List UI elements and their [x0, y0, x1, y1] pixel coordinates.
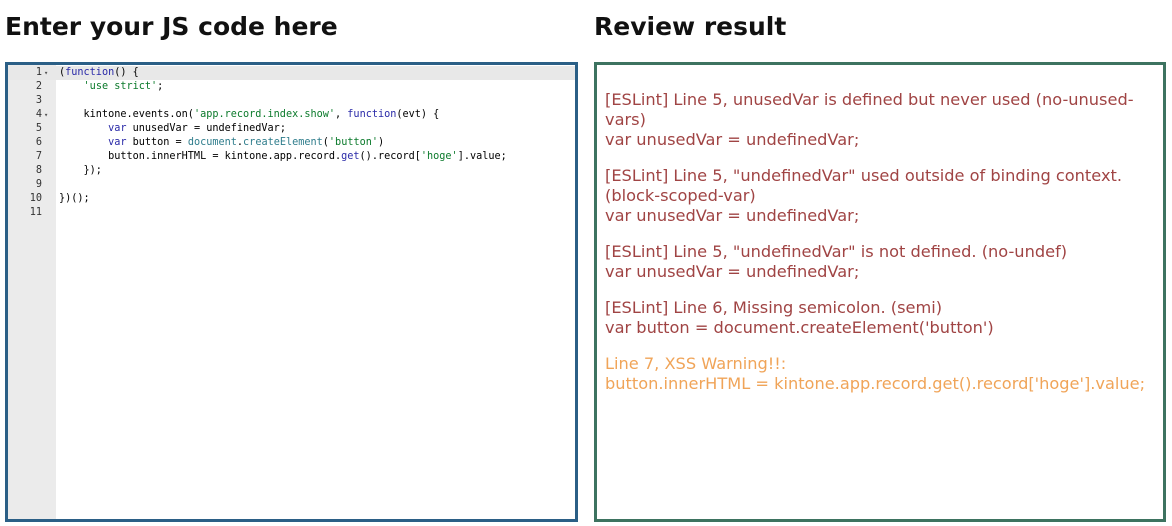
result-code-line: button.innerHTML = kintone.app.record.ge…: [605, 374, 1146, 393]
code-token: function: [347, 109, 397, 120]
line-number: 2: [35, 81, 42, 92]
fold-toggle-icon[interactable]: ▾: [44, 66, 54, 80]
code-token: });: [59, 165, 102, 176]
review-result-heading: Review result: [594, 12, 787, 41]
line-number: 1: [35, 67, 42, 78]
line-number: 6: [35, 137, 42, 148]
result-message: Line 7, XSS Warning!!:: [605, 354, 787, 373]
code-line[interactable]: 4 ▾ kintone.events.on('app.record.index.s…: [8, 108, 575, 122]
result-code-line: var unusedVar = undefinedVar;: [605, 130, 860, 149]
code-token: ().record[: [359, 151, 421, 162]
code-line[interactable]: 7 button.innerHTML = kintone.app.record.…: [8, 150, 575, 164]
code-token: function: [65, 67, 115, 78]
code-token: var: [108, 137, 127, 148]
code-lines[interactable]: 1 ▾ (function() {2 'use strict'; 3 4 ▾ kinton…: [8, 66, 575, 220]
result-message: [ESLint] Line 5, "undefinedVar" is not d…: [605, 242, 1068, 261]
code-token: ].value;: [457, 151, 507, 162]
line-number: 4: [35, 109, 42, 120]
code-token: 'hoge': [420, 151, 458, 162]
code-text[interactable]: })();: [59, 192, 90, 206]
line-number: 3: [35, 95, 42, 106]
code-line[interactable]: 3: [8, 94, 575, 108]
line-number: 7: [35, 151, 42, 162]
code-token: document: [187, 137, 237, 148]
review-result-panel: [ESLint] Line 5, unusedVar is defined bu…: [594, 62, 1166, 522]
code-line[interactable]: 2 'use strict';: [8, 80, 575, 94]
result-code-line: var unusedVar = undefinedVar;: [605, 262, 860, 281]
code-text[interactable]: kintone.events.on('app.record.index.show…: [59, 108, 440, 122]
code-text[interactable]: var unusedVar = undefinedVar;: [59, 122, 286, 136]
lint-error-item: [ESLint] Line 5, unusedVar is defined bu…: [605, 90, 1153, 150]
line-number: 8: [35, 165, 42, 176]
line-number: 9: [35, 179, 42, 190]
code-token: createElement: [243, 137, 323, 148]
code-line[interactable]: 8 });: [8, 164, 575, 178]
result-message: [ESLint] Line 5, "undefinedVar" used out…: [605, 166, 1123, 205]
code-token: () {: [114, 67, 139, 78]
code-text[interactable]: (function() {: [59, 66, 139, 80]
code-line[interactable]: 11: [8, 206, 575, 220]
lint-error-item: [ESLint] Line 5, "undefinedVar" used out…: [605, 166, 1153, 226]
result-message: [ESLint] Line 6, Missing semicolon. (sem…: [605, 298, 943, 317]
line-number: 5: [35, 123, 42, 134]
code-line[interactable]: 1 ▾ (function() {: [8, 66, 575, 80]
code-editor[interactable]: 1 ▾ (function() {2 'use strict'; 3 4 ▾ kinton…: [5, 62, 578, 522]
code-token: })();: [59, 193, 90, 204]
code-token: ): [378, 137, 385, 148]
code-token: 'button': [328, 137, 378, 148]
lint-error-item: [ESLint] Line 6, Missing semicolon. (sem…: [605, 298, 1153, 338]
fold-toggle-icon[interactable]: ▾: [44, 108, 54, 122]
code-token: get: [341, 151, 360, 162]
code-text[interactable]: });: [59, 164, 102, 178]
code-line[interactable]: 6 var button = document.createElement('b…: [8, 136, 575, 150]
code-line[interactable]: 5 var unusedVar = undefinedVar;: [8, 122, 575, 136]
code-token: (evt) {: [396, 109, 440, 120]
lint-error-item: [ESLint] Line 5, "undefinedVar" is not d…: [605, 242, 1153, 282]
result-message: [ESLint] Line 5, unusedVar is defined bu…: [605, 90, 1134, 129]
code-token: ,: [335, 109, 348, 120]
code-line[interactable]: 9: [8, 178, 575, 192]
result-code-line: var button = document.createElement('but…: [605, 318, 994, 337]
result-code-line: var unusedVar = undefinedVar;: [605, 206, 860, 225]
code-text[interactable]: var button = document.createElement('but…: [59, 136, 384, 150]
line-number: 11: [29, 207, 42, 218]
code-token: kintone.events.on(: [59, 109, 194, 120]
xss-warning-item: Line 7, XSS Warning!!: button.innerHTML =…: [605, 354, 1153, 394]
code-input-heading: Enter your JS code here: [5, 12, 338, 41]
code-token: ;: [157, 81, 164, 92]
code-token: unusedVar = undefinedVar;: [126, 123, 286, 134]
code-text[interactable]: 'use strict';: [59, 80, 164, 94]
code-token: button.innerHTML = kintone.app.record.: [59, 151, 342, 162]
code-token: button =: [126, 137, 188, 148]
line-number: 10: [29, 193, 42, 204]
code-token: var: [108, 123, 127, 134]
code-token: 'use strict': [83, 81, 158, 92]
code-token: 'app.record.index.show': [193, 109, 336, 120]
code-line[interactable]: 10 })();: [8, 192, 575, 206]
code-text[interactable]: button.innerHTML = kintone.app.record.ge…: [59, 150, 507, 164]
